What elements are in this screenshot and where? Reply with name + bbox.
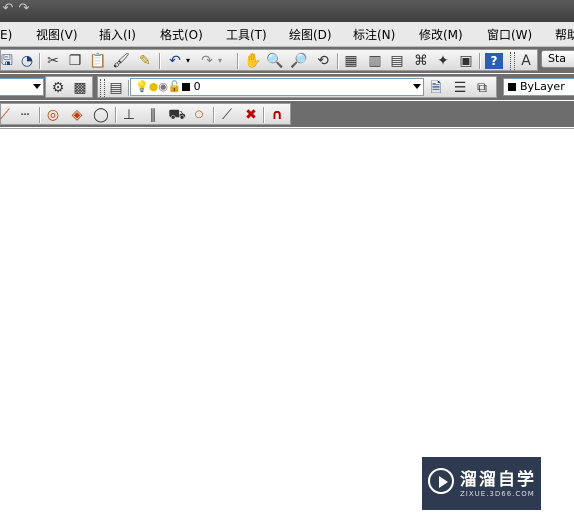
paste-icon[interactable]: 📋 — [88, 52, 108, 70]
title-bar: ↶ ↷ — [0, 0, 574, 22]
menu-draw[interactable]: 绘图(D) — [289, 27, 332, 43]
node-icon[interactable]: ○ — [189, 106, 209, 124]
separator — [337, 53, 339, 69]
separator — [237, 53, 239, 69]
none-icon[interactable]: ✖ — [241, 106, 261, 124]
redo-icon[interactable]: ↷ — [197, 52, 217, 70]
text-style-label: Sta — [548, 52, 567, 65]
text-style-dropdown[interactable]: Sta — [541, 50, 574, 68]
copy-icon[interactable]: ❐ — [65, 52, 85, 70]
tangent-icon[interactable]: ⟋ — [0, 106, 15, 124]
menu-bar: E) 视图(V) 插入(I) 格式(O) 工具(T) 绘图(D) 标注(N) 修… — [0, 22, 574, 47]
workspace-dropdown[interactable] — [0, 78, 44, 96]
redo-icon[interactable]: ↷ — [17, 2, 31, 16]
menu-dimension[interactable]: 标注(N) — [353, 27, 395, 43]
play-logo-icon — [428, 468, 454, 494]
standard-toolbar: 🖫 ◔ ✂ ❐ 📋 🖌 ✎ ↶ ▾ ↷ ▾ ✋ 🔍 🔎 ⟲ ▦ ▥ ▤ ⌘ ✦ … — [0, 49, 538, 71]
menu-edit[interactable]: E) — [0, 27, 12, 43]
object-snap-toolbar: ⟋ ┄ ◎ ◈ ◯ ⊥ ∥ ⛟ ○ ⟋ ✖ ∩ — [0, 103, 291, 125]
separator — [213, 107, 215, 123]
undo-icon[interactable]: ↶ — [1, 2, 15, 16]
workspace-toolbar: ⚙ ▩ — [45, 76, 93, 98]
play-triangle-icon — [439, 476, 448, 488]
perpendicular-icon[interactable]: ⊥ — [119, 106, 139, 124]
watermark-title: 溜溜自学 — [460, 470, 536, 490]
zoom-window-icon[interactable]: 🔎 — [289, 52, 309, 70]
menu-insert[interactable]: 插入(I) — [99, 27, 136, 43]
zoom-previous-icon[interactable]: ⟲ — [313, 52, 333, 70]
chevron-down-icon[interactable]: ▾ — [183, 52, 193, 70]
color-dropdown[interactable]: ByLayer — [503, 78, 574, 96]
quadrant-icon[interactable]: ◈ — [67, 106, 87, 124]
make-current-icon[interactable]: 🗎 — [426, 79, 446, 97]
menu-format[interactable]: 格式(O) — [160, 27, 203, 43]
menu-tools[interactable]: 工具(T) — [226, 27, 267, 43]
layers-toolbar: ▤ 💡●◉🔓 0 🗎 ☰ ⧉ — [97, 76, 497, 98]
watermark: 溜溜自学 ZIXUE.3D66.COM — [422, 457, 541, 510]
standard-toolbar-row: 🖫 ◔ ✂ ❐ 📋 🖌 ✎ ↶ ▾ ↷ ▾ ✋ 🔍 🔎 ⟲ ▦ ▥ ▤ ⌘ ✦ … — [0, 47, 574, 73]
zoom-realtime-icon[interactable]: 🔍 — [265, 52, 285, 70]
layer-dropdown[interactable]: 💡●◉🔓 0 — [130, 78, 424, 96]
watermark-url: ZIXUE.3D66.COM — [460, 490, 535, 498]
parallel-icon[interactable]: ∥ — [143, 106, 163, 124]
chevron-down-icon[interactable]: ▾ — [215, 52, 225, 70]
center-icon[interactable]: ◎ — [43, 106, 63, 124]
publish-icon[interactable]: ◔ — [17, 52, 37, 70]
save-as-icon[interactable]: 🖫 — [0, 52, 17, 70]
separator — [115, 107, 117, 123]
match-properties-icon[interactable]: 🖌 — [111, 52, 131, 70]
layer-color-swatch — [181, 83, 190, 91]
snap-settings-icon[interactable]: ∩ — [267, 106, 287, 124]
freeze-vp-icon: ◉ — [158, 80, 168, 93]
sheet-set-icon[interactable]: ⌘ — [411, 52, 431, 70]
properties-icon[interactable]: ▦ — [341, 52, 361, 70]
lock-icon: 🔓 — [167, 80, 182, 93]
separator — [159, 53, 161, 69]
separator — [263, 107, 265, 123]
nearest-icon[interactable]: ⟋ — [217, 106, 237, 124]
insert-icon[interactable]: ⛟ — [167, 106, 187, 124]
separator — [479, 53, 481, 69]
layers-toolbar-row: ⚙ ▩ ▤ 💡●◉🔓 0 🗎 ☰ ⧉ ByLayer — [0, 74, 574, 100]
sun-icon: ● — [148, 80, 159, 93]
block-editor-icon[interactable]: ✎ — [135, 52, 155, 70]
layer-iso-icon[interactable]: ⧉ — [472, 79, 492, 97]
toolbar-grip[interactable] — [100, 79, 105, 97]
cut-icon[interactable]: ✂ — [43, 52, 63, 70]
separator — [39, 107, 41, 123]
menu-view[interactable]: 视图(V) — [36, 27, 78, 43]
menu-help[interactable]: 帮助 — [555, 27, 574, 43]
chevron-down-icon — [413, 84, 421, 89]
color-swatch — [508, 83, 516, 91]
layer-properties-icon[interactable]: ▤ — [106, 79, 126, 97]
extension-icon[interactable]: ┄ — [15, 106, 35, 124]
quickcalc-icon[interactable]: ▣ — [456, 52, 476, 70]
osnap-toolbar-row: ⟋ ┄ ◎ ◈ ◯ ⊥ ∥ ⛟ ○ ⟋ ✖ ∩ — [0, 101, 574, 127]
pan-icon[interactable]: ✋ — [243, 52, 263, 70]
toolbar-grip[interactable] — [510, 52, 515, 70]
layer-settings-icon[interactable]: ⚙ — [48, 79, 68, 97]
separator — [39, 53, 41, 69]
menu-modify[interactable]: 修改(M) — [419, 27, 463, 43]
undo-icon[interactable]: ↶ — [165, 52, 185, 70]
lightbulb-icon: 💡 — [135, 80, 149, 93]
current-layer-name: 0 — [193, 80, 201, 93]
help-icon[interactable]: ? — [485, 53, 503, 69]
tangent-circle-icon[interactable]: ◯ — [91, 106, 111, 124]
tool-palettes-icon[interactable]: ▤ — [387, 52, 407, 70]
menu-window[interactable]: 窗口(W) — [487, 27, 532, 43]
layer-previous-icon[interactable]: ☰ — [450, 79, 470, 97]
design-center-icon[interactable]: ▥ — [365, 52, 385, 70]
layer-states-icon[interactable]: ▩ — [70, 79, 90, 97]
text-style-icon[interactable]: A — [516, 52, 536, 70]
chevron-down-icon — [33, 84, 41, 89]
color-value: ByLayer — [520, 80, 565, 93]
markup-icon[interactable]: ✦ — [433, 52, 453, 70]
